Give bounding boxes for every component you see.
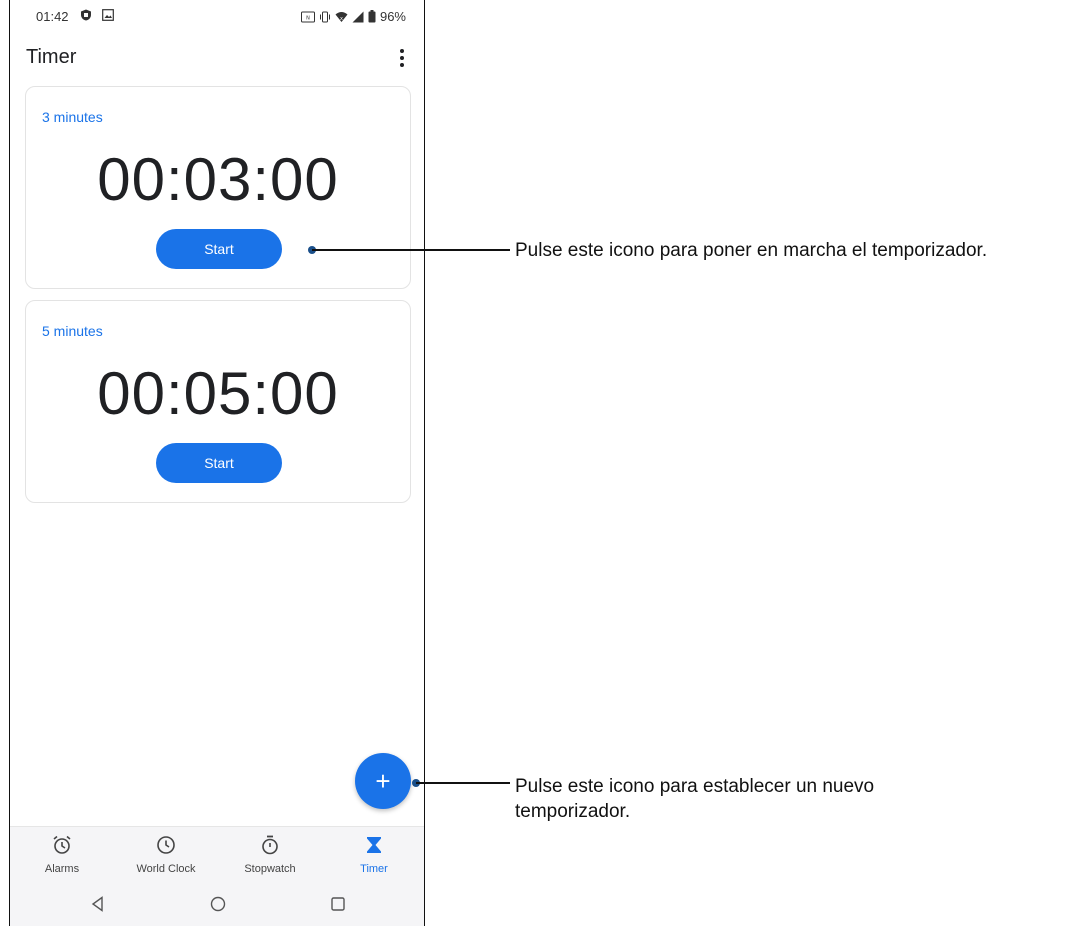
battery-percent: 96% [379, 9, 406, 24]
timer-card[interactable]: 3 minutes 00:03:00 Start [25, 86, 411, 289]
start-button[interactable]: Start [156, 443, 282, 483]
bottom-navigation: Alarms World Clock Stopwatch Timer [10, 826, 424, 883]
timer-time: 00:05:00 [97, 360, 339, 427]
clock-icon [157, 836, 175, 854]
plus-icon: + [375, 765, 391, 796]
timer-time: 00:03:00 [97, 146, 339, 213]
battery-icon [368, 10, 376, 23]
nav-item-world-clock[interactable]: World Clock [114, 827, 218, 883]
nav-item-timer[interactable]: Timer [322, 827, 424, 883]
vibrate-icon [319, 11, 330, 22]
callout-line-new-timer [416, 782, 510, 784]
hourglass-icon [367, 837, 381, 853]
signal-icon [352, 11, 364, 22]
back-icon[interactable] [88, 894, 108, 914]
page-title: Timer [26, 46, 77, 68]
nav-label: Timer [360, 863, 388, 875]
nfc-icon: N [300, 11, 315, 22]
shield-icon [81, 9, 91, 21]
status-bar: 01:42 N x 96% [10, 0, 424, 32]
nav-label: Alarms [44, 863, 80, 875]
svg-text:N: N [306, 15, 310, 21]
recents-icon[interactable] [328, 894, 348, 914]
home-icon[interactable] [208, 894, 228, 914]
timer-label[interactable]: 3 minutes [42, 109, 103, 125]
status-time: 01:42 [36, 9, 69, 24]
callout-line-start [312, 249, 510, 251]
more-vert-icon[interactable] [390, 44, 414, 72]
nav-label: Stopwatch [244, 863, 296, 875]
callout-text-start: Pulse este icono para poner en marcha el… [515, 240, 988, 261]
start-button[interactable]: Start [156, 229, 282, 269]
stopwatch-icon [262, 835, 278, 855]
callout-text-line: temporizador. [515, 801, 631, 822]
status-left-icons [80, 9, 114, 21]
alarm-icon [53, 835, 71, 854]
callout-text-new-timer: Pulse este icono para establecer un nuev… [515, 774, 874, 824]
phone-screen: 01:42 N x 96% Timer 3 minutes 00:03:00 S… [9, 0, 425, 926]
timer-card[interactable]: 5 minutes 00:05:00 Start [25, 300, 411, 503]
nav-item-alarms[interactable]: Alarms [10, 827, 114, 883]
timer-label[interactable]: 5 minutes [42, 323, 103, 339]
add-timer-button[interactable]: + [355, 753, 411, 809]
wifi-icon: x [335, 11, 348, 22]
status-right-icons: N x 96% [300, 9, 406, 24]
system-navigation [10, 883, 424, 926]
nav-item-stopwatch[interactable]: Stopwatch [218, 827, 322, 883]
svg-text:x: x [340, 16, 343, 22]
callout-text-line: Pulse este icono para establecer un nuev… [515, 776, 875, 797]
image-icon [102, 9, 114, 21]
nav-label: World Clock [136, 863, 196, 875]
